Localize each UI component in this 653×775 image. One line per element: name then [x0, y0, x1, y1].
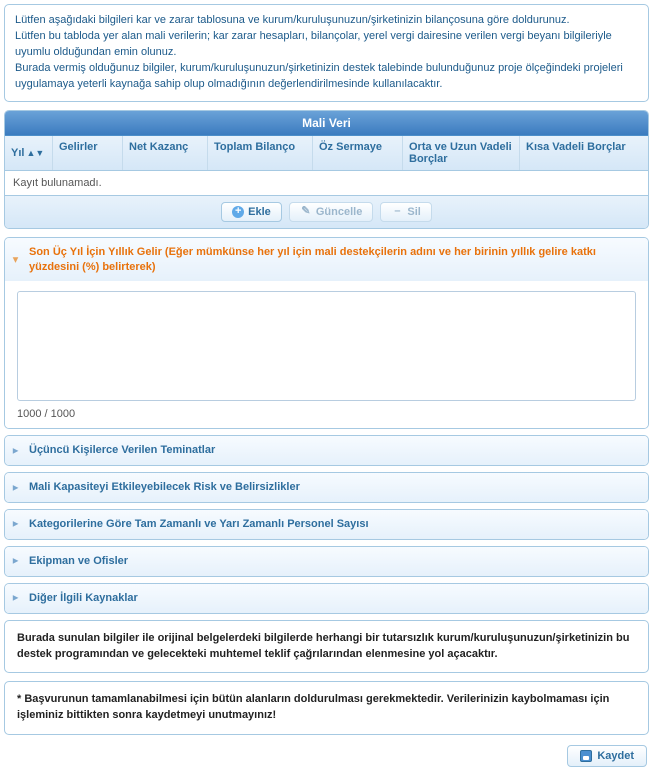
pencil-icon: ✎ [300, 206, 312, 218]
delete-button[interactable]: – Sil [380, 202, 431, 222]
col-long-term-debt[interactable]: Orta ve Uzun Vadeli Borçlar [403, 136, 520, 170]
grid-empty-row: Kayıt bulunamadı. [5, 171, 648, 195]
annual-income-textarea[interactable] [17, 291, 636, 401]
grid-header-row: Yıl ▲▼ Gelirler Net Kazanç Toplam Bilanç… [5, 136, 648, 171]
intro-panel: Lütfen aşağıdaki bilgileri kar ve zarar … [4, 4, 649, 102]
plus-icon: + [232, 206, 244, 218]
accordion-other: Diğer İlgili Kaynaklar [4, 583, 649, 614]
accordion-annual-income: Son Üç Yıl İçin Yıllık Gelir (Eğer mümkü… [4, 237, 649, 430]
char-counter: 1000 / 1000 [17, 408, 636, 420]
grid-toolbar: + Ekle ✎ Güncelle – Sil [5, 195, 648, 228]
accordion-head-annual-income[interactable]: Son Üç Yıl İçin Yıllık Gelir (Eğer mümkü… [5, 238, 648, 282]
sort-icon: ▲▼ [26, 148, 44, 158]
financial-grid: Mali Veri Yıl ▲▼ Gelirler Net Kazanç Top… [4, 110, 649, 229]
col-total-balance[interactable]: Toplam Bilanço [208, 136, 313, 170]
accordion-head-guarantees[interactable]: Üçüncü Kişilerce Verilen Teminatlar [5, 436, 648, 465]
accordion-body-annual-income: 1000 / 1000 [5, 281, 648, 428]
disk-icon [580, 750, 592, 762]
accordion-head-personnel[interactable]: Kategorilerine Göre Tam Zamanlı ve Yarı … [5, 510, 648, 539]
accordion-personnel: Kategorilerine Göre Tam Zamanlı ve Yarı … [4, 509, 649, 540]
accordion-risks: Mali Kapasiteyi Etkileyebilecek Risk ve … [4, 472, 649, 503]
col-short-term-debt[interactable]: Kısa Vadeli Borçlar [520, 136, 648, 170]
accordion-head-risks[interactable]: Mali Kapasiteyi Etkileyebilecek Risk ve … [5, 473, 648, 502]
warning-panel-1: Burada sunulan bilgiler ile orijinal bel… [4, 620, 649, 674]
accordion-guarantees: Üçüncü Kişilerce Verilen Teminatlar [4, 435, 649, 466]
grid-title: Mali Veri [5, 111, 648, 136]
col-revenue[interactable]: Gelirler [53, 136, 123, 170]
minus-icon: – [391, 206, 403, 218]
accordion-head-equipment[interactable]: Ekipman ve Ofisler [5, 547, 648, 576]
col-equity[interactable]: Öz Sermaye [313, 136, 403, 170]
col-net-profit[interactable]: Net Kazanç [123, 136, 208, 170]
save-row: Kaydet [4, 743, 649, 771]
accordion-head-other[interactable]: Diğer İlgili Kaynaklar [5, 584, 648, 613]
accordion-equipment: Ekipman ve Ofisler [4, 546, 649, 577]
col-year[interactable]: Yıl ▲▼ [5, 136, 53, 170]
warning-panel-2: * Başvurunun tamamlanabilmesi için bütün… [4, 681, 649, 735]
intro-text: Lütfen aşağıdaki bilgileri kar ve zarar … [15, 14, 623, 90]
add-button[interactable]: + Ekle [221, 202, 282, 222]
update-button[interactable]: ✎ Güncelle [289, 202, 373, 222]
save-button[interactable]: Kaydet [567, 745, 647, 767]
